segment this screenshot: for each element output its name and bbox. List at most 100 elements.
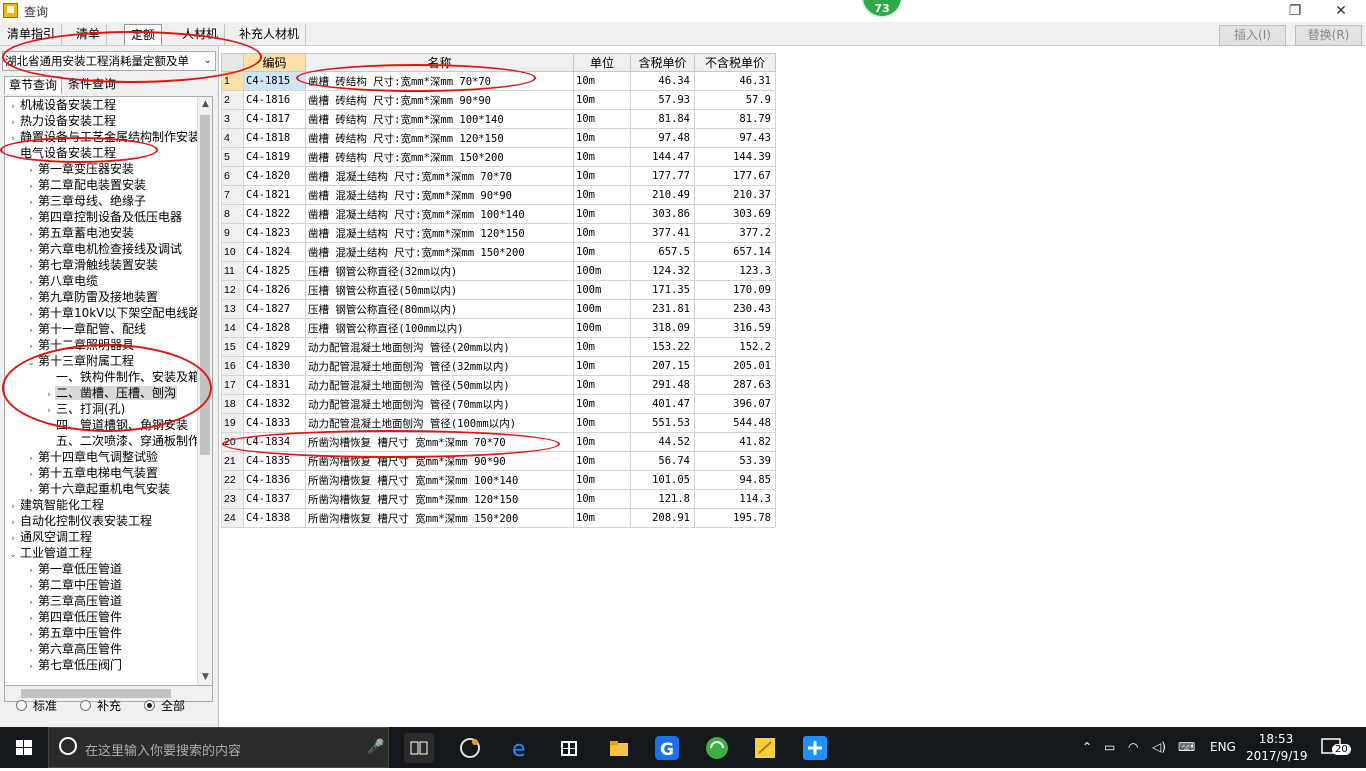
tree-node[interactable]: 四、管道槽钢、角钢安装 <box>43 417 189 433</box>
table-row[interactable]: 18 C4-1832 动力配管混凝土地面刨沟 管径(70mm以内) 10m 401.47… <box>221 394 776 414</box>
tree-node[interactable]: › 第十一章配管、配线 <box>25 321 147 337</box>
cell-price-notax[interactable]: 81.79 <box>694 109 776 129</box>
wifi-icon[interactable]: ◠ <box>1128 740 1138 754</box>
cell-price-tax[interactable]: 231.81 <box>630 299 695 319</box>
cell-code[interactable]: C4-1836 <box>243 470 306 490</box>
table-row[interactable]: 23 C4-1837 所凿沟槽恢复 槽尺寸 宽mm*深mm 120*150 10m 12… <box>221 489 776 509</box>
cell-price-notax[interactable]: 230.43 <box>694 299 776 319</box>
table-row[interactable]: 11 C4-1825 压槽 钢管公称直径(32mm以内) 100m 124.32 123.… <box>221 261 776 281</box>
cell-code[interactable]: C4-1835 <box>243 451 306 471</box>
cell-code[interactable]: C4-1831 <box>243 375 306 395</box>
cell-code[interactable]: C4-1827 <box>243 299 306 319</box>
cell-name[interactable]: 凿槽 砖结构 尺寸:宽mm*深mm 100*140 <box>305 109 574 129</box>
row-number[interactable]: 3 <box>221 109 244 129</box>
tree-node[interactable]: › 第十章10kV以下架空配电线路 <box>25 305 201 321</box>
table-row[interactable]: 3 C4-1817 凿槽 砖结构 尺寸:宽mm*深mm 100*140 10m 81.8… <box>221 109 776 129</box>
table-row[interactable]: 2 C4-1816 凿槽 砖结构 尺寸:宽mm*深mm 90*90 10m 57.93 5… <box>221 90 776 110</box>
cell-price-notax[interactable]: 123.3 <box>694 261 776 281</box>
row-number[interactable]: 13 <box>221 299 244 319</box>
row-number[interactable]: 10 <box>221 242 244 262</box>
cell-name[interactable]: 凿槽 砖结构 尺寸:宽mm*深mm 90*90 <box>305 90 574 110</box>
scroll-thumb[interactable] <box>200 115 210 455</box>
radio-standard[interactable]: 标准 <box>16 699 57 713</box>
row-number[interactable]: 6 <box>221 166 244 186</box>
row-number[interactable]: 12 <box>221 280 244 300</box>
cell-name[interactable]: 压槽 钢管公称直径(32mm以内) <box>305 261 574 281</box>
cell-name[interactable]: 压槽 钢管公称直径(80mm以内) <box>305 299 574 319</box>
battery-icon[interactable]: ▭ <box>1104 740 1115 754</box>
table-row[interactable]: 7 C4-1821 凿槽 混凝土结构 尺寸:宽mm*深mm 90*90 10m 210.… <box>221 185 776 205</box>
cell-name[interactable]: 动力配管混凝土地面刨沟 管径(100mm以内) <box>305 413 574 433</box>
tree-node[interactable]: ⌄ 第十三章附属工程 <box>25 353 135 369</box>
notes-app-icon[interactable] <box>750 733 780 763</box>
cell-price-tax[interactable]: 124.32 <box>630 261 695 281</box>
cell-name[interactable]: 所凿沟槽恢复 槽尺寸 宽mm*深mm 90*90 <box>305 451 574 471</box>
cell-unit[interactable]: 100m <box>573 261 631 281</box>
cell-name[interactable]: 所凿沟槽恢复 槽尺寸 宽mm*深mm 120*150 <box>305 489 574 509</box>
cell-price-notax[interactable]: 377.2 <box>694 223 776 243</box>
row-number[interactable]: 15 <box>221 337 244 357</box>
cell-name[interactable]: 所凿沟槽恢复 槽尺寸 宽mm*深mm 100*140 <box>305 470 574 490</box>
tree-node[interactable]: › 第九章防雷及接地装置 <box>25 289 159 305</box>
tab-condition-search[interactable]: 条件查询 <box>64 76 120 94</box>
grid-corner[interactable] <box>221 53 244 72</box>
cell-unit[interactable]: 10m <box>573 375 631 395</box>
cell-code[interactable]: C4-1826 <box>243 280 306 300</box>
replace-button[interactable]: 替换(R) <box>1295 25 1362 46</box>
cell-code[interactable]: C4-1824 <box>243 242 306 262</box>
table-row[interactable]: 16 C4-1830 动力配管混凝土地面刨沟 管径(32mm以内) 10m 207.15… <box>221 356 776 376</box>
cell-unit[interactable]: 10m <box>573 90 631 110</box>
expanded-chevron-icon[interactable]: ⌄ <box>7 147 19 163</box>
cell-price-notax[interactable]: 205.01 <box>694 356 776 376</box>
cell-name[interactable]: 凿槽 混凝土结构 尺寸:宽mm*深mm 100*140 <box>305 204 574 224</box>
cell-price-notax[interactable]: 396.07 <box>694 394 776 414</box>
cell-unit[interactable]: 10m <box>573 508 631 528</box>
table-row[interactable]: 13 C4-1827 压槽 钢管公称直径(80mm以内) 100m 231.81 230.… <box>221 299 776 319</box>
tree-node[interactable]: › 第六章高压管件 <box>25 641 123 657</box>
cell-unit[interactable]: 10m <box>573 128 631 148</box>
cell-unit[interactable]: 10m <box>573 166 631 186</box>
quota-library-select[interactable]: 湖北省通用安装工程消耗量定额及单 ⌄ <box>2 51 216 71</box>
cell-price-notax[interactable]: 152.2 <box>694 337 776 357</box>
tree-node[interactable]: › 第七章滑触线装置安装 <box>25 257 159 273</box>
table-row[interactable]: 1 C4-1815 凿槽 砖结构 尺寸:宽mm*深mm 70*70 10m 46.34 4… <box>221 71 776 91</box>
row-number[interactable]: 19 <box>221 413 244 433</box>
row-number[interactable]: 11 <box>221 261 244 281</box>
cell-price-tax[interactable]: 208.91 <box>630 508 695 528</box>
cell-price-tax[interactable]: 377.41 <box>630 223 695 243</box>
table-row[interactable]: 9 C4-1823 凿槽 混凝土结构 尺寸:宽mm*深mm 120*150 10m 37… <box>221 223 776 243</box>
glodon-app-icon[interactable]: G <box>652 733 682 763</box>
tree-node[interactable]: ⌄ 工业管道工程 <box>7 545 93 561</box>
cell-unit[interactable]: 10m <box>573 356 631 376</box>
table-row[interactable]: 22 C4-1836 所凿沟槽恢复 槽尺寸 宽mm*深mm 100*140 10m 10… <box>221 470 776 490</box>
tree-node[interactable]: › 第一章低压管道 <box>25 561 123 577</box>
cell-price-tax[interactable]: 401.47 <box>630 394 695 414</box>
cell-price-tax[interactable]: 121.8 <box>630 489 695 509</box>
table-row[interactable]: 19 C4-1833 动力配管混凝土地面刨沟 管径(100mm以内) 10m 551.5… <box>221 413 776 433</box>
tab-supplementary-lmm[interactable]: 补充人材机 <box>233 24 307 45</box>
cell-price-notax[interactable]: 144.39 <box>694 147 776 167</box>
cell-name[interactable]: 动力配管混凝土地面刨沟 管径(70mm以内) <box>305 394 574 414</box>
cell-unit[interactable]: 10m <box>573 109 631 129</box>
app-swirl-icon[interactable] <box>455 733 485 763</box>
row-number[interactable]: 1 <box>221 71 244 91</box>
cell-price-tax[interactable]: 207.15 <box>630 356 695 376</box>
cell-code[interactable]: C4-1832 <box>243 394 306 414</box>
cell-unit[interactable]: 10m <box>573 489 631 509</box>
cell-unit[interactable]: 100m <box>573 280 631 300</box>
cell-price-tax[interactable]: 318.09 <box>630 318 695 338</box>
row-number[interactable]: 22 <box>221 470 244 490</box>
cell-code[interactable]: C4-1822 <box>243 204 306 224</box>
cell-name[interactable]: 凿槽 砖结构 尺寸:宽mm*深mm 150*200 <box>305 147 574 167</box>
tree-node[interactable]: › 机械设备安装工程 <box>7 97 117 113</box>
cell-code[interactable]: C4-1837 <box>243 489 306 509</box>
cell-unit[interactable]: 10m <box>573 337 631 357</box>
cell-name[interactable]: 压槽 钢管公称直径(50mm以内) <box>305 280 574 300</box>
cell-price-tax[interactable]: 144.47 <box>630 147 695 167</box>
score-badge[interactable]: 73 <box>861 0 903 18</box>
cell-price-tax[interactable]: 210.49 <box>630 185 695 205</box>
cell-code[interactable]: C4-1823 <box>243 223 306 243</box>
cell-code[interactable]: C4-1830 <box>243 356 306 376</box>
table-row[interactable]: 17 C4-1831 动力配管混凝土地面刨沟 管径(50mm以内) 10m 291.48… <box>221 375 776 395</box>
cell-unit[interactable]: 100m <box>573 299 631 319</box>
